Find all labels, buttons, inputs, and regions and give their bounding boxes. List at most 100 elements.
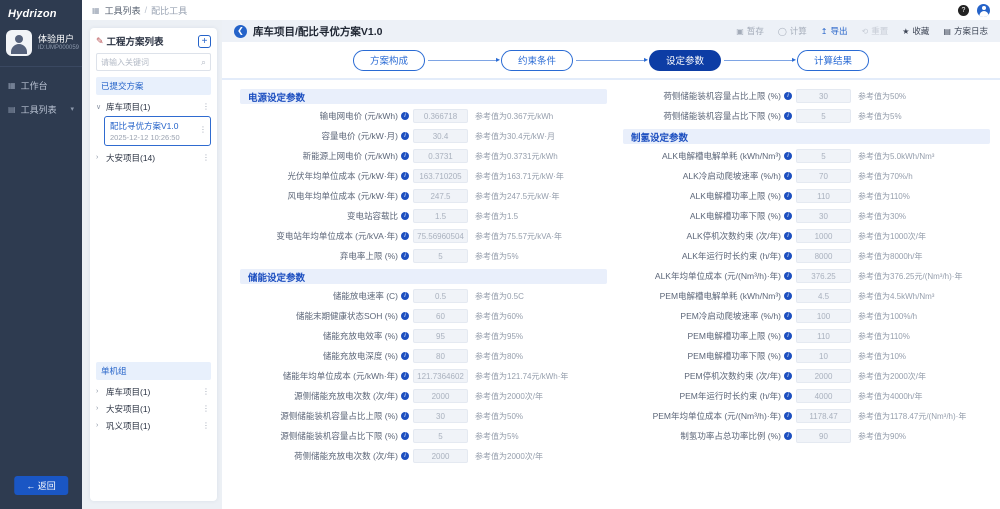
info-icon[interactable]: i — [401, 212, 409, 220]
chevron-icon[interactable]: › — [96, 422, 106, 429]
info-icon[interactable]: i — [401, 312, 409, 320]
info-icon[interactable]: i — [784, 152, 792, 160]
param-input[interactable]: 121.7364602 — [413, 369, 468, 383]
param-input[interactable]: 1178.47 — [796, 409, 851, 423]
info-icon[interactable]: i — [784, 432, 792, 440]
info-icon[interactable]: i — [401, 452, 409, 460]
param-input[interactable]: 95 — [413, 329, 468, 343]
info-icon[interactable]: i — [401, 352, 409, 360]
more-options-icon[interactable]: ⋮ — [202, 421, 211, 430]
calculate-button[interactable]: ◯计算 — [778, 25, 807, 37]
account-avatar-icon[interactable] — [977, 4, 990, 17]
scheme-card-selected[interactable]: 配比寻优方案V1.02025-12-12 10:26:50⋮ — [104, 116, 211, 146]
scheme-log-button[interactable]: ▤方案日志 — [943, 25, 988, 37]
export-button[interactable]: ↥导出 — [821, 25, 848, 37]
param-input[interactable]: 0.5 — [413, 289, 468, 303]
param-input[interactable]: 90 — [796, 429, 851, 443]
back-button[interactable]: ← 返回 — [14, 476, 68, 495]
param-input[interactable]: 60 — [413, 309, 468, 323]
param-input[interactable]: 80 — [413, 349, 468, 363]
param-input[interactable]: 30.4 — [413, 129, 468, 143]
step-4[interactable]: 计算结果 — [797, 50, 869, 71]
param-input[interactable]: 4000 — [796, 389, 851, 403]
param-input[interactable]: 30 — [796, 209, 851, 223]
param-input[interactable]: 5 — [413, 429, 468, 443]
param-input[interactable]: 110 — [796, 329, 851, 343]
param-input[interactable]: 0.3731 — [413, 149, 468, 163]
project-tree-item[interactable]: ›库车项目(1)⋮ — [96, 383, 211, 400]
info-icon[interactable]: i — [784, 272, 792, 280]
param-input[interactable]: 2000 — [413, 389, 468, 403]
info-icon[interactable]: i — [784, 392, 792, 400]
param-input[interactable]: 100 — [796, 309, 851, 323]
info-icon[interactable]: i — [401, 232, 409, 240]
info-icon[interactable]: i — [784, 252, 792, 260]
project-tree-item[interactable]: ›巩义项目(1)⋮ — [96, 417, 211, 434]
back-circle-icon[interactable]: ❮ — [234, 25, 247, 38]
project-tree-item[interactable]: ›大安项目(1)⋮ — [96, 400, 211, 417]
info-icon[interactable]: i — [401, 112, 409, 120]
param-input[interactable]: 30 — [413, 409, 468, 423]
param-input[interactable]: 4.5 — [796, 289, 851, 303]
info-icon[interactable]: i — [784, 212, 792, 220]
param-input[interactable]: 163.710205 — [413, 169, 468, 183]
info-icon[interactable]: i — [401, 432, 409, 440]
param-input[interactable]: 75.56960504 — [413, 229, 468, 243]
add-scheme-button[interactable]: + — [198, 35, 211, 48]
param-input[interactable]: 5 — [796, 109, 851, 123]
info-icon[interactable]: i — [401, 192, 409, 200]
project-tree-item[interactable]: ›大安项目(14)⋮ — [96, 149, 211, 166]
sidebar-item-tool-list[interactable]: ▤工具列表▾ — [0, 97, 82, 121]
info-icon[interactable]: i — [401, 132, 409, 140]
breadcrumb-tools[interactable]: 工具列表 — [105, 4, 141, 17]
step-3[interactable]: 设定参数 — [649, 50, 721, 71]
step-2[interactable]: 约束条件 — [501, 50, 573, 71]
info-icon[interactable]: i — [784, 192, 792, 200]
chevron-icon[interactable]: › — [96, 388, 106, 395]
param-input[interactable]: 5 — [796, 149, 851, 163]
step-1[interactable]: 方案构成 — [353, 50, 425, 71]
info-icon[interactable]: i — [401, 152, 409, 160]
info-icon[interactable]: i — [784, 112, 792, 120]
param-input[interactable]: 0.366718 — [413, 109, 468, 123]
info-icon[interactable]: i — [784, 312, 792, 320]
param-input[interactable]: 247.5 — [413, 189, 468, 203]
save-draft-button[interactable]: ▣暂存 — [736, 25, 764, 37]
info-icon[interactable]: i — [401, 252, 409, 260]
info-icon[interactable]: i — [401, 392, 409, 400]
param-input[interactable]: 2000 — [413, 449, 468, 463]
param-input[interactable]: 110 — [796, 189, 851, 203]
chevron-icon[interactable]: › — [96, 405, 106, 412]
param-input[interactable]: 5 — [413, 249, 468, 263]
info-icon[interactable]: i — [784, 92, 792, 100]
project-tree-item[interactable]: ∨库车项目(1)⋮ — [96, 98, 211, 115]
chevron-icon[interactable]: › — [96, 154, 106, 161]
sidebar-item-workbench[interactable]: ▦工作台 — [0, 73, 82, 97]
info-icon[interactable]: i — [784, 412, 792, 420]
param-input[interactable]: 376.25 — [796, 269, 851, 283]
more-options-icon[interactable]: ⋮ — [199, 125, 207, 134]
param-input[interactable]: 8000 — [796, 249, 851, 263]
info-icon[interactable]: i — [401, 172, 409, 180]
info-icon[interactable]: i — [401, 292, 409, 300]
info-icon[interactable]: i — [784, 292, 792, 300]
more-options-icon[interactable]: ⋮ — [202, 153, 211, 162]
info-icon[interactable]: i — [401, 412, 409, 420]
more-options-icon[interactable]: ⋮ — [202, 102, 211, 111]
param-input[interactable]: 70 — [796, 169, 851, 183]
more-options-icon[interactable]: ⋮ — [202, 404, 211, 413]
favorite-button[interactable]: ★收藏 — [902, 25, 929, 37]
help-icon[interactable]: ? — [958, 5, 969, 16]
more-options-icon[interactable]: ⋮ — [202, 387, 211, 396]
chevron-icon[interactable]: ∨ — [96, 103, 106, 111]
scheme-search[interactable]: ⌕ — [96, 53, 211, 71]
reset-button[interactable]: ⟲重置 — [862, 25, 889, 37]
scheme-search-input[interactable] — [101, 58, 201, 67]
info-icon[interactable]: i — [784, 372, 792, 380]
param-input[interactable]: 30 — [796, 89, 851, 103]
param-input[interactable]: 1.5 — [413, 209, 468, 223]
info-icon[interactable]: i — [784, 232, 792, 240]
param-input[interactable]: 2000 — [796, 369, 851, 383]
info-icon[interactable]: i — [401, 332, 409, 340]
info-icon[interactable]: i — [401, 372, 409, 380]
